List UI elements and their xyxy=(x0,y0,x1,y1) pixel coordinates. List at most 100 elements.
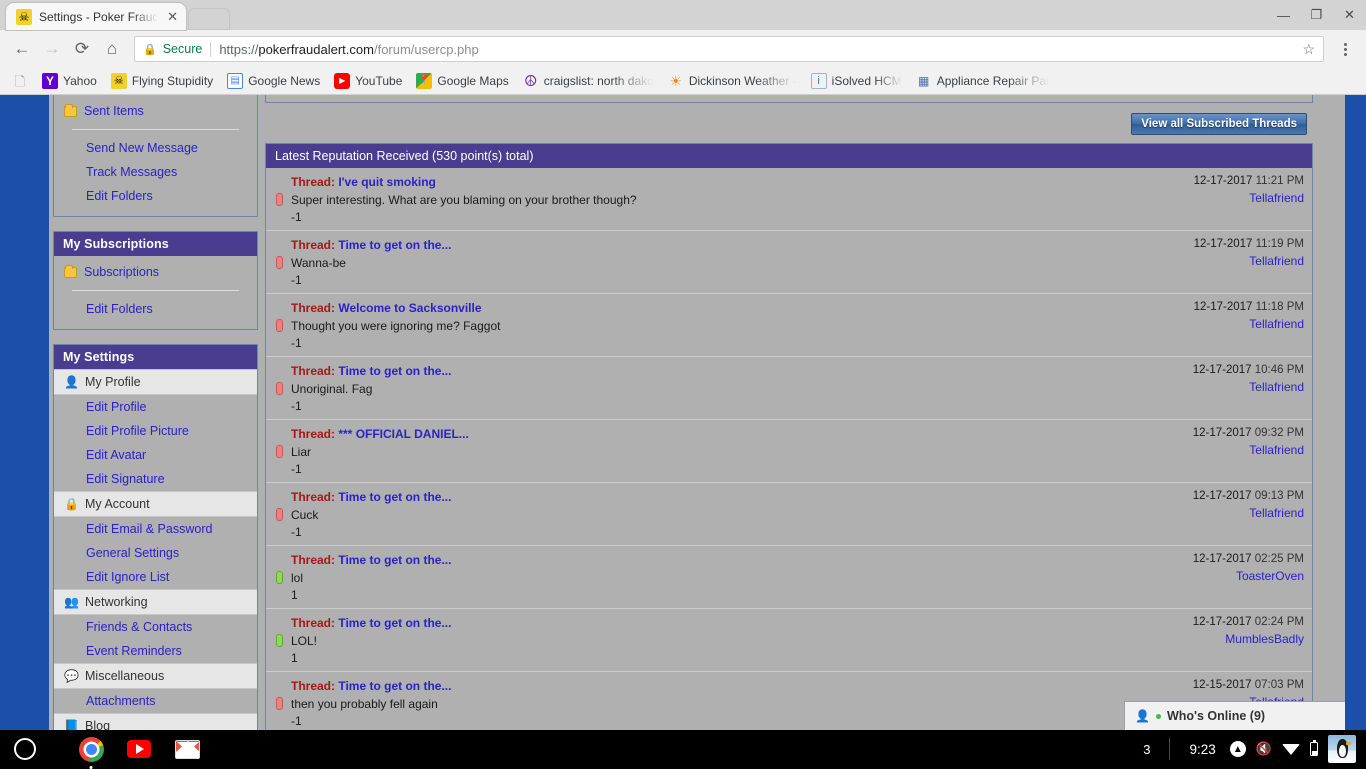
chrome-logo xyxy=(79,737,104,762)
sidebar-link-label[interactable]: Track Messages xyxy=(86,165,177,179)
bookmark-appliance-repair-par[interactable]: ▦Appliance Repair Par xyxy=(910,71,1056,91)
reputation-username[interactable]: MumblesBadly xyxy=(1193,632,1304,646)
sidebar-link-label[interactable]: Edit Avatar xyxy=(86,448,146,462)
whos-online-widget[interactable]: 👤 Who's Online (9) xyxy=(1124,701,1345,730)
close-tab-icon[interactable]: ✕ xyxy=(165,9,180,25)
sidebar-group-my-account[interactable]: 🔒My Account xyxy=(54,491,257,517)
sidebar-item-edit-email-password[interactable]: Edit Email & Password xyxy=(54,517,257,541)
reputation-username[interactable]: ToasterOven xyxy=(1193,569,1304,583)
sidebar-item-subs-edit-folders[interactable]: Edit Folders xyxy=(54,297,257,321)
forward-icon[interactable]: → xyxy=(38,35,66,63)
sidebar-item-friends-contacts[interactable]: Friends & Contacts xyxy=(54,615,257,639)
user-avatar[interactable] xyxy=(1328,735,1356,763)
battery-icon[interactable] xyxy=(1310,742,1318,756)
sidebar-item-edit-ignore-list[interactable]: Edit Ignore List xyxy=(54,565,257,589)
bookmark-dickinson-weather[interactable]: ☀Dickinson Weather - xyxy=(662,71,803,91)
sidebar-item-edit-avatar[interactable]: Edit Avatar xyxy=(54,443,257,467)
sidebar-item-subscriptions[interactable]: Subscriptions xyxy=(54,260,257,284)
reload-icon[interactable]: ⟳ xyxy=(68,35,96,63)
sidebar-item-track-messages[interactable]: Track Messages xyxy=(54,160,257,184)
thread-prefix: Thread: xyxy=(291,679,338,693)
sidebar-item-edit-signature[interactable]: Edit Signature xyxy=(54,467,257,491)
sidebar-link-label[interactable]: Event Reminders xyxy=(86,644,182,658)
bookmark-google-maps[interactable]: 📍Google Maps xyxy=(410,71,514,91)
thread-link[interactable]: Time to get on the... xyxy=(338,679,451,693)
reputation-username[interactable]: Tellafriend xyxy=(1193,443,1304,457)
wifi-icon[interactable] xyxy=(1282,744,1300,755)
sidebar-link-label[interactable]: Send New Message xyxy=(86,141,198,155)
close-window-button[interactable]: ✕ xyxy=(1333,0,1366,30)
mute-icon[interactable]: 🔇 xyxy=(1256,741,1272,757)
sidebar-item-general-settings[interactable]: General Settings xyxy=(54,541,257,565)
sidebar-group-blog[interactable]: 📘Blog xyxy=(54,713,257,730)
sidebar-item-sent-items[interactable]: Sent Items xyxy=(54,99,257,123)
whos-online-label: Who's Online (9) xyxy=(1167,709,1265,723)
sidebar-link-label[interactable]: General Settings xyxy=(86,546,179,560)
sidebar-item-attachments[interactable]: Attachments xyxy=(54,689,257,713)
sidebar-group-my-profile[interactable]: 👤My Profile xyxy=(54,369,257,395)
sidebar-link-label[interactable]: Edit Ignore List xyxy=(86,570,169,584)
sidebar-link-label[interactable]: Edit Profile xyxy=(86,400,146,414)
sidebar-link-label[interactable]: Edit Email & Password xyxy=(86,522,212,536)
sidebar-group-miscellaneous[interactable]: 💬Miscellaneous xyxy=(54,663,257,689)
sidebar-item-send-new-message[interactable]: Send New Message xyxy=(54,136,257,160)
bookmark-craigslist-north-dako[interactable]: ☮craigslist: north dako xyxy=(517,71,660,91)
bookmark-apps[interactable]: 🗋 xyxy=(6,71,34,91)
bookmark-yahoo[interactable]: YYahoo xyxy=(36,71,103,91)
reputation-username[interactable]: Tellafriend xyxy=(1193,380,1304,394)
sidebar-link-label[interactable]: Edit Folders xyxy=(86,189,153,203)
reputation-username[interactable]: Tellafriend xyxy=(1194,191,1304,205)
bookmark-star-icon[interactable]: ☆ xyxy=(1302,41,1315,58)
reputation-username[interactable]: Tellafriend xyxy=(1194,254,1304,268)
thread-prefix: Thread: xyxy=(291,301,338,315)
chrome-menu-icon[interactable] xyxy=(1332,43,1358,56)
launcher-button[interactable] xyxy=(14,738,36,760)
sidebar-link-label[interactable]: Subscriptions xyxy=(84,265,159,279)
bookmark-google-news[interactable]: ▤Google News xyxy=(221,71,326,91)
reputation-comment: Wanna-be xyxy=(291,256,1180,270)
home-icon[interactable]: ⌂ xyxy=(98,35,126,63)
thread-link[interactable]: *** OFFICIAL DANIEL... xyxy=(338,427,468,441)
reputation-comment: then you probably fell again xyxy=(291,697,1179,711)
taskbar-chrome-icon[interactable] xyxy=(78,736,104,762)
lock-icon: 🔒 xyxy=(64,497,78,511)
sidebar-link-label[interactable]: Edit Profile Picture xyxy=(86,424,189,438)
sidebar-group-networking[interactable]: 👥Networking xyxy=(54,589,257,615)
sidebar-link-label[interactable]: Attachments xyxy=(86,694,155,708)
upload-icon[interactable]: ▲ xyxy=(1230,741,1246,757)
thread-link[interactable]: Time to get on the... xyxy=(338,490,451,504)
reputation-username[interactable]: Tellafriend xyxy=(1193,506,1304,520)
sidebar-link-label[interactable]: Sent Items xyxy=(84,104,144,118)
tray-notification-count[interactable]: 3 xyxy=(1143,742,1158,757)
sidebar-item-edit-profile-picture[interactable]: Edit Profile Picture xyxy=(54,419,257,443)
reputation-row: Thread: *** OFFICIAL DANIEL...Liar-112-1… xyxy=(266,420,1312,483)
thread-link[interactable]: Time to get on the... xyxy=(338,238,451,252)
minimize-button[interactable]: — xyxy=(1267,0,1300,30)
sidebar-link-label[interactable]: Edit Folders xyxy=(86,302,153,316)
bookmark-flying-stupidity[interactable]: ☠Flying Stupidity xyxy=(105,71,219,91)
thread-link[interactable]: Time to get on the... xyxy=(338,553,451,567)
thread-link[interactable]: Time to get on the... xyxy=(338,364,451,378)
reputation-row: Thread: I've quit smokingSuper interesti… xyxy=(266,168,1312,231)
thread-link[interactable]: I've quit smoking xyxy=(338,175,436,189)
sidebar-link-label[interactable]: Friends & Contacts xyxy=(86,620,192,634)
bookmark-youtube[interactable]: ▶YouTube xyxy=(328,71,408,91)
thread-link[interactable]: Welcome to Sacksonville xyxy=(338,301,481,315)
new-tab-button[interactable] xyxy=(188,8,230,30)
maximize-button[interactable]: ❐ xyxy=(1300,0,1333,30)
taskbar-gmail-icon[interactable] xyxy=(174,736,200,762)
sidebar-item-event-reminders[interactable]: Event Reminders xyxy=(54,639,257,663)
back-icon[interactable]: ← xyxy=(8,35,36,63)
browser-tab[interactable]: ☠ Settings - Poker Fraud A ✕ xyxy=(6,3,186,30)
view-all-subscribed-threads-button[interactable]: View all Subscribed Threads xyxy=(1131,113,1307,135)
clock[interactable]: 9:23 xyxy=(1190,742,1216,757)
bookmark-isolved-hcm[interactable]: iiSolved HCM xyxy=(805,71,908,91)
address-bar[interactable]: 🔒 Secure https://pokerfraudalert.com/for… xyxy=(134,36,1324,62)
thread-link[interactable]: Time to get on the... xyxy=(338,616,451,630)
sidebar-link-label[interactable]: Edit Signature xyxy=(86,472,165,486)
reputation-username[interactable]: Tellafriend xyxy=(1194,317,1304,331)
thread-prefix: Thread: xyxy=(291,175,338,189)
sidebar-item-edit-profile[interactable]: Edit Profile xyxy=(54,395,257,419)
taskbar-youtube-icon[interactable] xyxy=(126,736,152,762)
sidebar-item-edit-folders[interactable]: Edit Folders xyxy=(54,184,257,208)
